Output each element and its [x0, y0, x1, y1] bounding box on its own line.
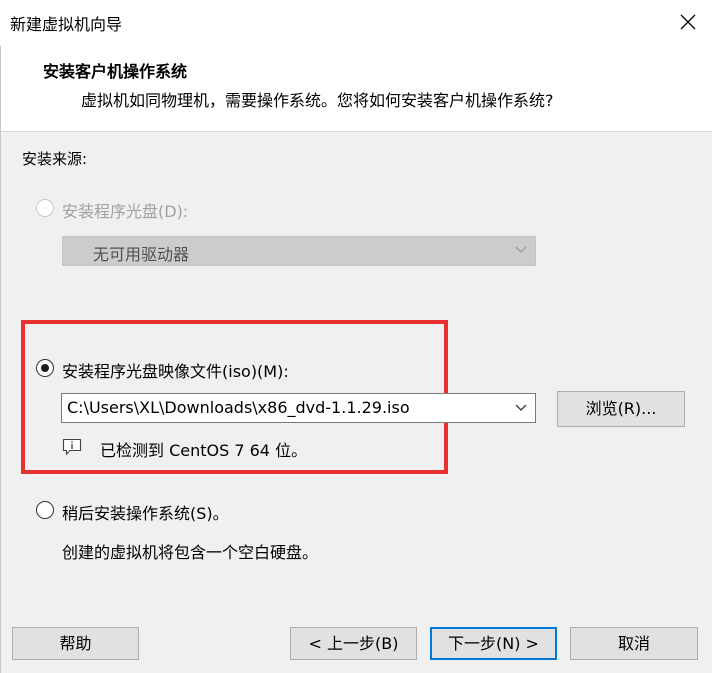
header-title: 安装客户机操作系统 — [43, 62, 188, 81]
close-icon — [680, 14, 696, 30]
window-left-border — [0, 46, 1, 673]
cancel-button[interactable]: 取消 — [570, 627, 698, 660]
chevron-down-icon[interactable] — [515, 404, 527, 412]
disc-option-label: 安装程序光盘(D): — [62, 202, 189, 221]
wizard-header: 安装客户机操作系统 虚拟机如同物理机，需要操作系统。您将如何安装客户机操作系统? — [0, 46, 712, 132]
iso-option-label: 安装程序光盘映像文件(iso)(M): — [62, 362, 289, 381]
later-option-radio[interactable] — [36, 501, 54, 519]
browse-button[interactable]: 浏览(R)... — [557, 391, 685, 427]
iso-path-combobox[interactable]: C:\Users\XL\Downloads\x86_dvd-1.1.29.iso — [61, 393, 536, 423]
install-source-label: 安装来源: — [22, 150, 88, 168]
chevron-down-icon — [515, 246, 527, 253]
back-button[interactable]: < 上一步(B) — [290, 627, 417, 660]
window-title: 新建虚拟机向导 — [10, 15, 123, 34]
later-option-label: 稍后安装操作系统(S)。 — [62, 504, 229, 523]
close-button[interactable] — [672, 6, 704, 38]
os-detected-text: 已检测到 CentOS 7 64 位。 — [100, 441, 308, 460]
info-icon — [62, 438, 82, 456]
disc-option-radio[interactable] — [36, 199, 54, 217]
help-button[interactable]: 帮助 — [12, 627, 139, 660]
header-description: 虚拟机如同物理机，需要操作系统。您将如何安装客户机操作系统? — [81, 91, 554, 110]
title-bar: 新建虚拟机向导 — [0, 0, 712, 46]
drive-select-value: 无可用驱动器 — [93, 245, 190, 264]
iso-path-value: C:\Users\XL\Downloads\x86_dvd-1.1.29.iso — [67, 398, 410, 417]
iso-option-radio[interactable] — [36, 359, 54, 377]
later-option-description: 创建的虚拟机将包含一个空白硬盘。 — [62, 543, 319, 562]
next-button[interactable]: 下一步(N) > — [430, 627, 557, 660]
drive-select[interactable]: 无可用驱动器 — [62, 236, 536, 266]
